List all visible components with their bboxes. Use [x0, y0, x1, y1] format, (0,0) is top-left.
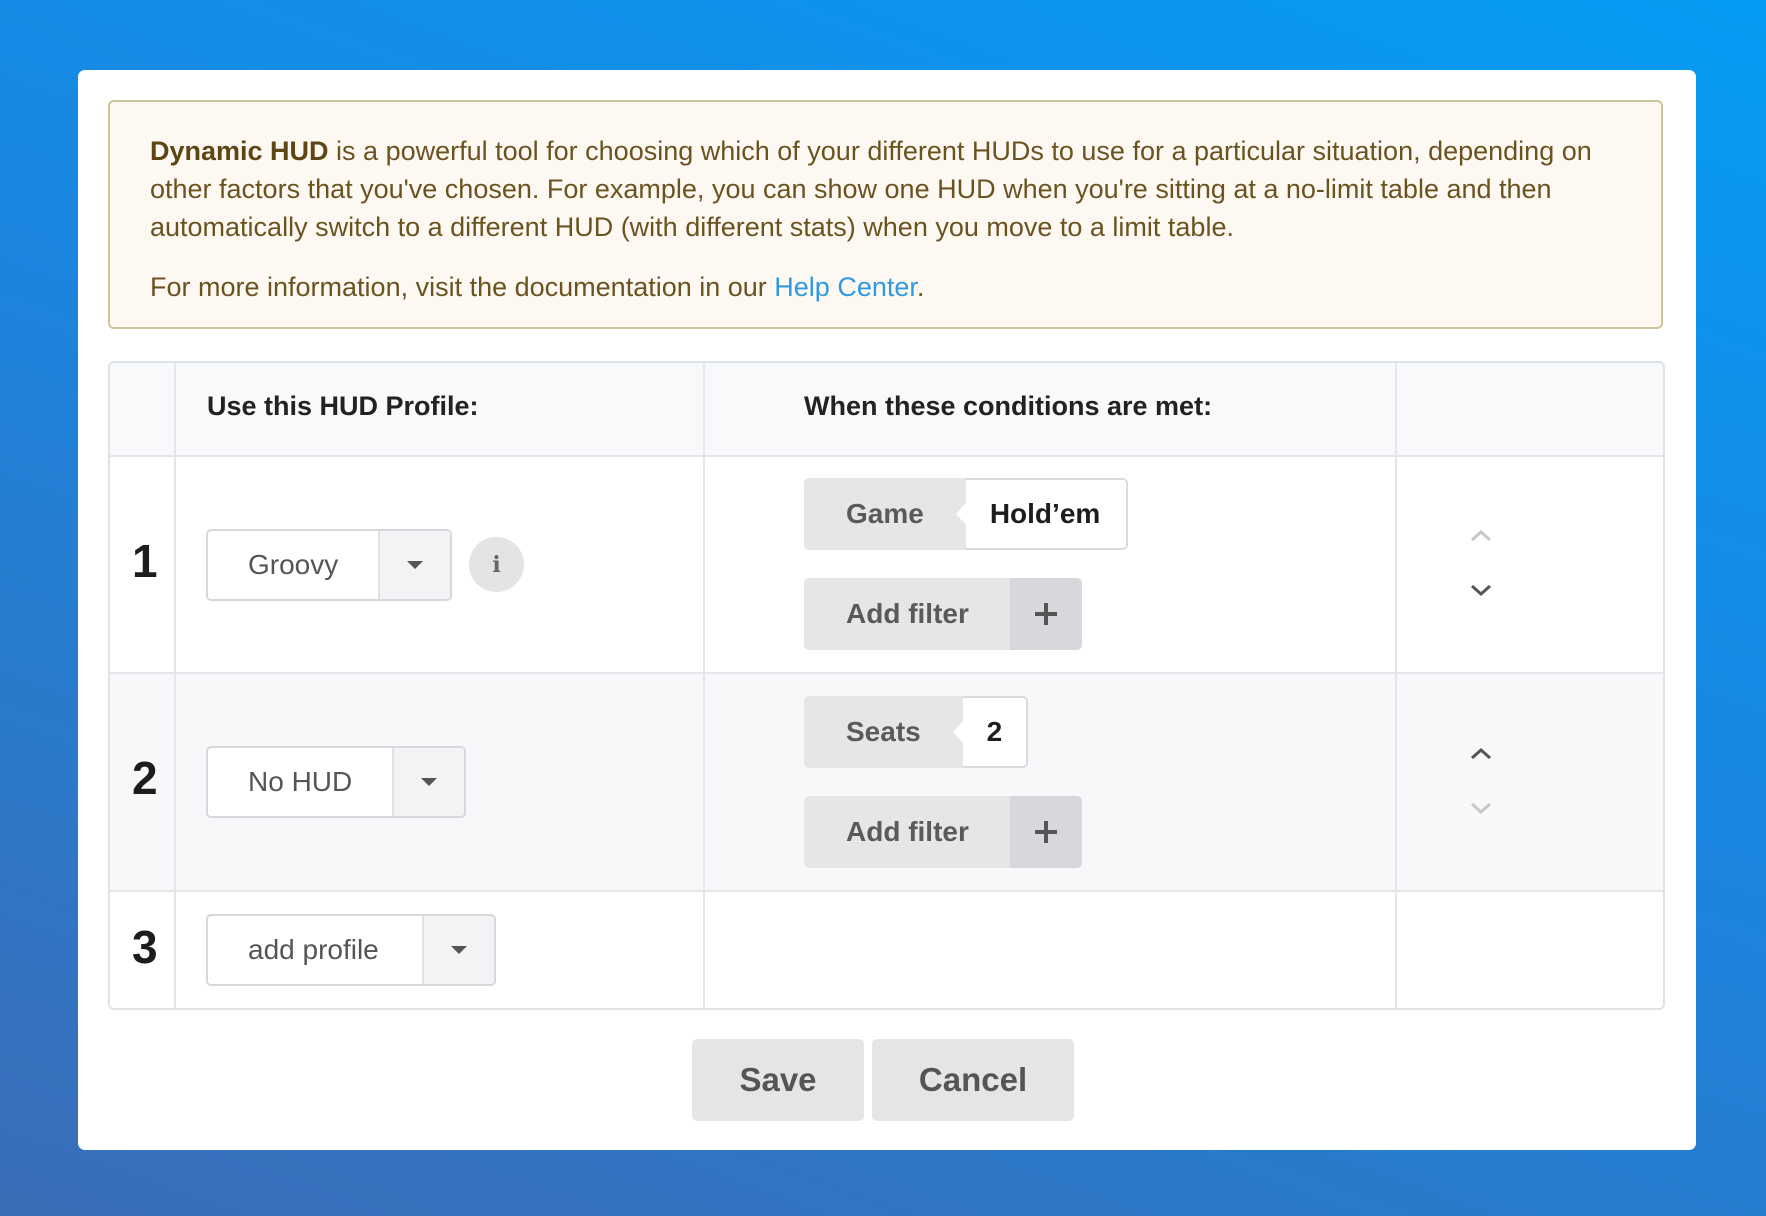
condition-value: 2: [962, 696, 1028, 768]
chevron-up-icon[interactable]: [1469, 745, 1493, 761]
help-center-link[interactable]: Help Center: [774, 272, 917, 302]
row-number: 2: [132, 752, 158, 804]
row-divider: [110, 455, 1663, 457]
plus-icon: [1010, 578, 1082, 650]
add-filter-label: Add filter: [804, 796, 1010, 868]
condition-key: Game: [804, 478, 967, 550]
dynamic-hud-dialog: Dynamic HUD is a powerful tool for choos…: [78, 70, 1696, 1150]
header-profile: Use this HUD Profile:: [207, 391, 479, 421]
save-button[interactable]: Save: [692, 1039, 864, 1121]
notice-brand: Dynamic HUD: [150, 136, 329, 166]
row-number: 3: [132, 921, 158, 973]
caret-down-icon: [422, 916, 494, 984]
caret-down-icon: [392, 748, 464, 816]
profile-select-value: No HUD: [248, 766, 353, 797]
add-filter-label: Add filter: [804, 578, 1010, 650]
notice-description: Dynamic HUD is a powerful tool for choos…: [150, 132, 1621, 246]
plus-icon: [1010, 796, 1082, 868]
profile-select-placeholder: add profile: [248, 934, 379, 965]
column-divider: [1395, 363, 1397, 1008]
more-info-prefix: For more information, visit the document…: [150, 272, 775, 302]
condition-value: Hold’em: [965, 478, 1128, 550]
notice-description-text: is a powerful tool for choosing which of…: [150, 136, 1592, 242]
info-notice: Dynamic HUD is a powerful tool for choos…: [108, 100, 1663, 329]
rules-table: Use this HUD Profile: When these conditi…: [108, 361, 1665, 1010]
row-number: 1: [132, 535, 158, 587]
profile-select[interactable]: No HUD: [206, 746, 466, 818]
header-conditions: When these conditions are met:: [804, 391, 1213, 421]
profile-select[interactable]: Groovy: [206, 529, 452, 601]
condition-filter-game[interactable]: Game Hold’em: [804, 478, 1128, 550]
add-profile-select[interactable]: add profile: [206, 914, 496, 986]
chevron-up-icon[interactable]: [1469, 527, 1493, 543]
condition-key: Seats: [804, 696, 964, 768]
cancel-button[interactable]: Cancel: [872, 1039, 1074, 1121]
chevron-down-icon[interactable]: [1469, 801, 1493, 817]
row-divider: [110, 890, 1663, 892]
chevron-down-icon[interactable]: [1469, 583, 1493, 599]
column-divider: [703, 363, 705, 1008]
notice-more-info: For more information, visit the document…: [150, 268, 1621, 306]
add-filter-button[interactable]: Add filter: [804, 796, 1082, 868]
column-divider: [174, 363, 176, 1008]
info-icon[interactable]: i: [469, 537, 524, 592]
row-divider: [110, 672, 1663, 674]
caret-down-icon: [378, 531, 450, 599]
profile-select-value: Groovy: [248, 549, 339, 580]
condition-filter-seats[interactable]: Seats 2: [804, 696, 1028, 768]
add-filter-button[interactable]: Add filter: [804, 578, 1082, 650]
more-info-suffix: .: [916, 272, 925, 302]
